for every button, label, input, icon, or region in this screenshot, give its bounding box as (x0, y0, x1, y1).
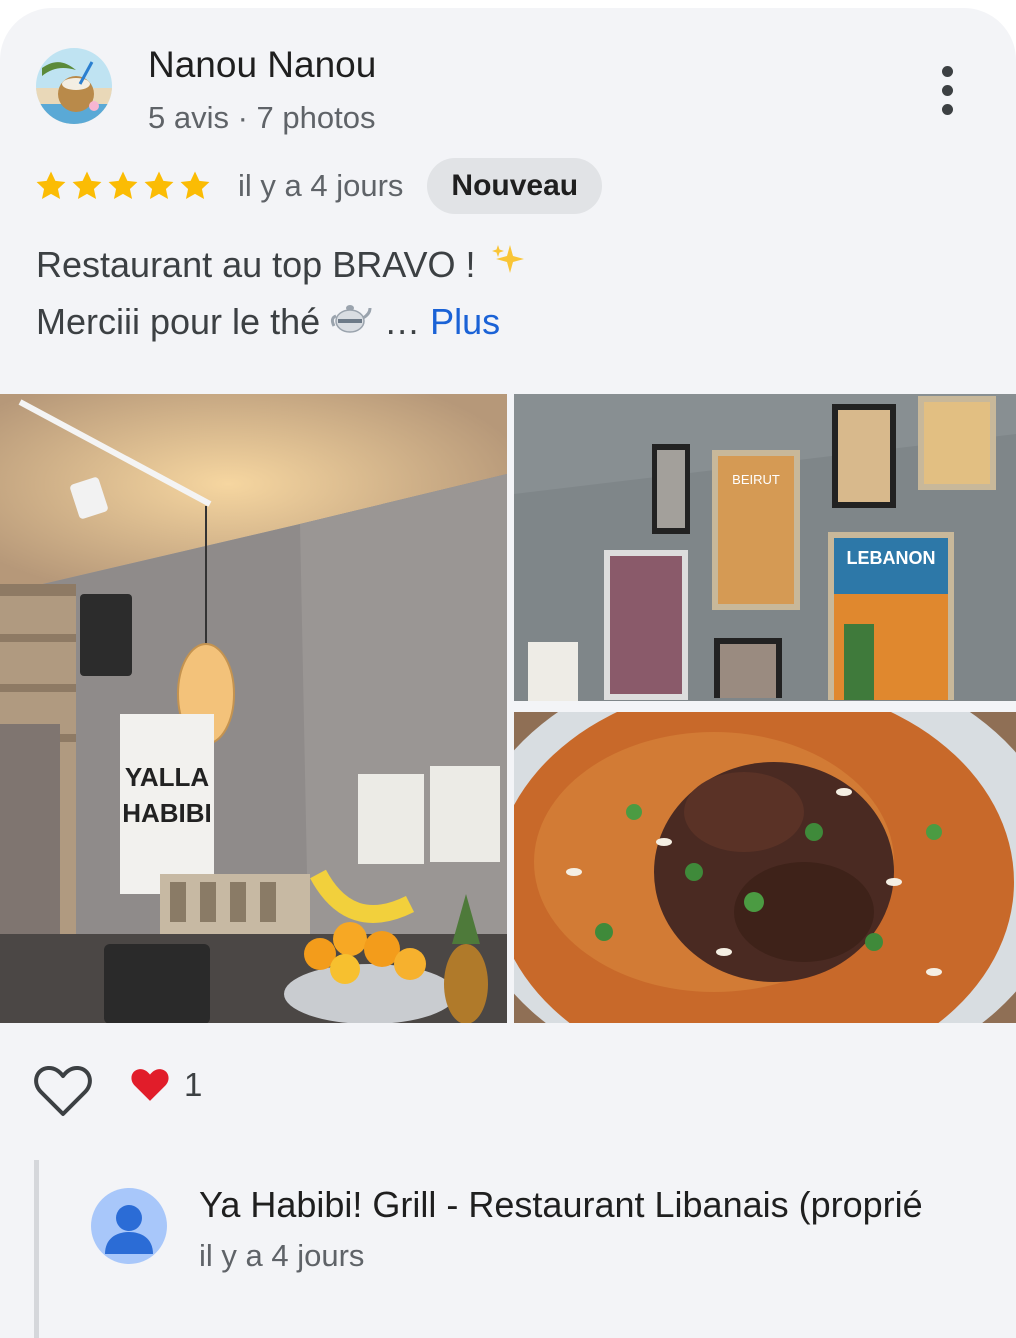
star-icon (36, 171, 66, 200)
person-icon (105, 1205, 153, 1254)
owner-name[interactable]: Ya Habibi! Grill - Restaurant Libanais (… (199, 1184, 923, 1226)
review-photo-posters[interactable]: BEIRUT LEBANON (514, 394, 1016, 701)
new-badge: Nouveau (427, 158, 603, 214)
owner-avatar[interactable] (91, 1188, 167, 1264)
review-date: il y a 4 jours (238, 168, 404, 203)
author-avatar[interactable] (36, 48, 112, 124)
teapot-icon (330, 293, 372, 350)
more-options-button[interactable] (922, 60, 972, 120)
review-text: Restaurant au top BRAVO ! Merciii pour l… (36, 236, 526, 350)
author-name[interactable]: Nanou Nanou (148, 44, 376, 86)
sign-text-2: HABIBI (122, 798, 212, 828)
poster-label-beirut: BEIRUT (732, 472, 780, 487)
rating-row: il y a 4 jours Nouveau (34, 158, 603, 214)
reaction-heart[interactable]: 1 (130, 1066, 202, 1104)
review-card: Nanou Nanou 5 avis · 7 photos il y a 4 j… (0, 8, 1016, 1338)
review-text-line-1: Restaurant au top BRAVO ! (36, 244, 476, 285)
poster-label-lebanon: LEBANON (847, 548, 936, 568)
review-text-line-2: Merciii pour le thé (36, 301, 321, 342)
read-more-link[interactable]: Plus (430, 293, 500, 350)
star-icon (72, 171, 102, 200)
star-icon (108, 171, 138, 200)
heart-outline-icon (34, 1065, 92, 1116)
star-icon (180, 171, 210, 200)
review-photo-dish[interactable] (514, 712, 1016, 1023)
author-meta: 5 avis · 7 photos (148, 100, 376, 135)
star-icon (144, 171, 174, 200)
star-rating (34, 169, 212, 203)
reaction-count: 1 (184, 1066, 203, 1103)
review-photo-interior[interactable]: YALLA HABIBI (0, 394, 507, 1023)
sign-text-1: YALLA (125, 762, 209, 792)
owner-response-date: il y a 4 jours (199, 1238, 365, 1273)
like-button[interactable] (34, 1064, 92, 1118)
heart-filled-icon (131, 1069, 169, 1101)
sparkles-icon (490, 236, 526, 293)
review-text-ellipsis: … (384, 301, 421, 342)
owner-response: Ya Habibi! Grill - Restaurant Libanais (… (34, 1160, 1016, 1338)
more-vert-icon (941, 65, 953, 77)
